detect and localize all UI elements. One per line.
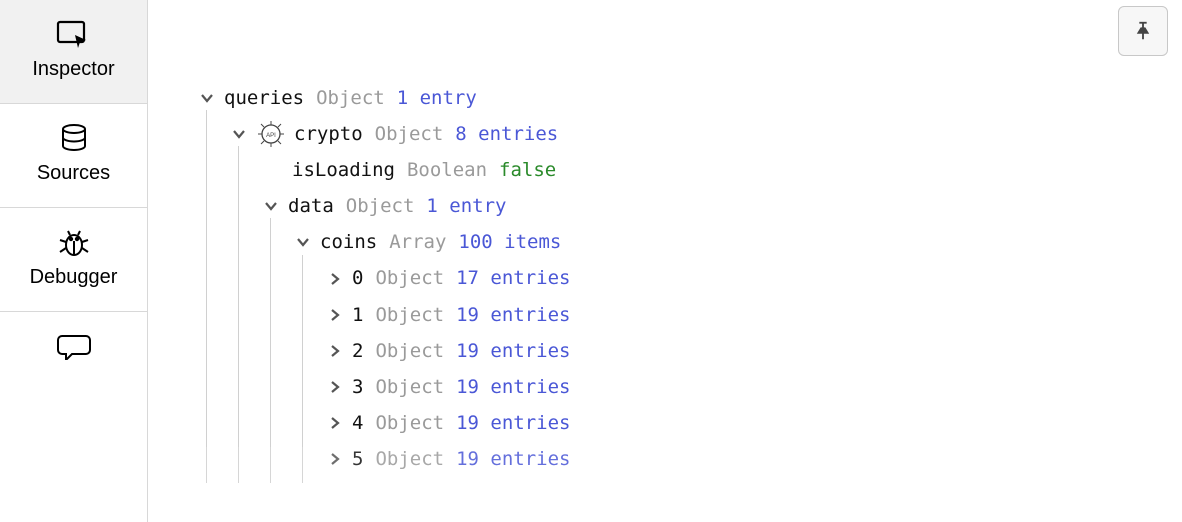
tree-entries: 19 entries bbox=[456, 441, 570, 477]
object-tree: queries Object 1 entry API crypto Object… bbox=[196, 80, 1182, 477]
chevron-down-icon[interactable] bbox=[196, 87, 218, 109]
tree-type: Object bbox=[375, 441, 444, 477]
sidebar-item-inspector[interactable]: Inspector bbox=[0, 0, 147, 104]
tree-row-coins[interactable]: coins Array 100 items bbox=[196, 224, 1182, 260]
tree-key: crypto bbox=[294, 116, 363, 152]
tree-key: 5 bbox=[352, 441, 363, 477]
chevron-right-icon[interactable] bbox=[324, 376, 346, 398]
tree-entries: 19 entries bbox=[456, 297, 570, 333]
sidebar-label-inspector: Inspector bbox=[32, 58, 114, 81]
chevron-down-icon[interactable] bbox=[292, 231, 314, 253]
chevron-right-icon[interactable] bbox=[324, 448, 346, 470]
tree-row-coin-4[interactable]: 4 Object 19 entries bbox=[196, 405, 1182, 441]
inspector-main: queries Object 1 entry API crypto Object… bbox=[148, 0, 1182, 522]
tree-key: coins bbox=[320, 224, 377, 260]
tree-key: data bbox=[288, 188, 334, 224]
tree-value: false bbox=[499, 152, 556, 188]
tree-row-coin-1[interactable]: 1 Object 19 entries bbox=[196, 297, 1182, 333]
chevron-down-icon[interactable] bbox=[228, 123, 250, 145]
tree-type: Object bbox=[375, 116, 444, 152]
tree-type: Object bbox=[375, 260, 444, 296]
tree-key: 0 bbox=[352, 260, 363, 296]
tree-type: Object bbox=[375, 369, 444, 405]
sidebar: Inspector Sources Debugger bbox=[0, 0, 148, 522]
tree-key: 1 bbox=[352, 297, 363, 333]
tree-entries: 19 entries bbox=[456, 369, 570, 405]
tree-row-crypto[interactable]: API crypto Object 8 entries bbox=[196, 116, 1182, 152]
chevron-right-icon[interactable] bbox=[324, 340, 346, 362]
tree-type: Object bbox=[375, 405, 444, 441]
tree-key: isLoading bbox=[292, 152, 395, 188]
tree-row-coin-2[interactable]: 2 Object 19 entries bbox=[196, 333, 1182, 369]
chevron-right-icon[interactable] bbox=[324, 304, 346, 326]
tree-key: queries bbox=[224, 80, 304, 116]
tree-type: Object bbox=[346, 188, 415, 224]
chevron-down-icon[interactable] bbox=[260, 195, 282, 217]
sidebar-item-messages[interactable] bbox=[0, 312, 147, 392]
sidebar-label-sources: Sources bbox=[37, 162, 110, 185]
tree-row-coin-0[interactable]: 0 Object 17 entries bbox=[196, 260, 1182, 296]
sidebar-item-sources[interactable]: Sources bbox=[0, 104, 147, 208]
tree-type: Object bbox=[375, 333, 444, 369]
tree-row-queries[interactable]: queries Object 1 entry bbox=[196, 80, 1182, 116]
tree-key: 2 bbox=[352, 333, 363, 369]
pin-icon bbox=[1132, 20, 1154, 42]
tree-type: Boolean bbox=[407, 152, 487, 188]
tree-entries: 8 entries bbox=[455, 116, 558, 152]
tree-type: Object bbox=[316, 80, 385, 116]
svg-text:API: API bbox=[266, 133, 276, 139]
tree-row-coin-3[interactable]: 3 Object 19 entries bbox=[196, 369, 1182, 405]
tree-key: 4 bbox=[352, 405, 363, 441]
api-icon: API bbox=[256, 119, 286, 149]
bug-icon bbox=[56, 228, 92, 256]
tree-entries: 19 entries bbox=[456, 405, 570, 441]
pin-button[interactable] bbox=[1118, 6, 1168, 56]
chevron-right-icon[interactable] bbox=[324, 412, 346, 434]
tree-entries: 1 entry bbox=[426, 188, 506, 224]
tree-entries: 100 items bbox=[458, 224, 561, 260]
sidebar-item-debugger[interactable]: Debugger bbox=[0, 208, 147, 312]
database-icon bbox=[56, 124, 92, 152]
tree-row-data[interactable]: data Object 1 entry bbox=[196, 188, 1182, 224]
inspector-icon bbox=[56, 20, 92, 48]
sidebar-label-debugger: Debugger bbox=[30, 266, 118, 289]
tree-row-isloading[interactable]: isLoading Boolean false bbox=[196, 152, 1182, 188]
tree-key: 3 bbox=[352, 369, 363, 405]
tree-type: Array bbox=[389, 224, 446, 260]
tree-type: Object bbox=[375, 297, 444, 333]
tree-entries: 19 entries bbox=[456, 333, 570, 369]
chevron-right-icon[interactable] bbox=[324, 268, 346, 290]
chat-icon bbox=[56, 332, 92, 360]
tree-entries: 17 entries bbox=[456, 260, 570, 296]
tree-row-coin-5[interactable]: 5 Object 19 entries bbox=[196, 441, 1182, 477]
tree-entries: 1 entry bbox=[397, 80, 477, 116]
